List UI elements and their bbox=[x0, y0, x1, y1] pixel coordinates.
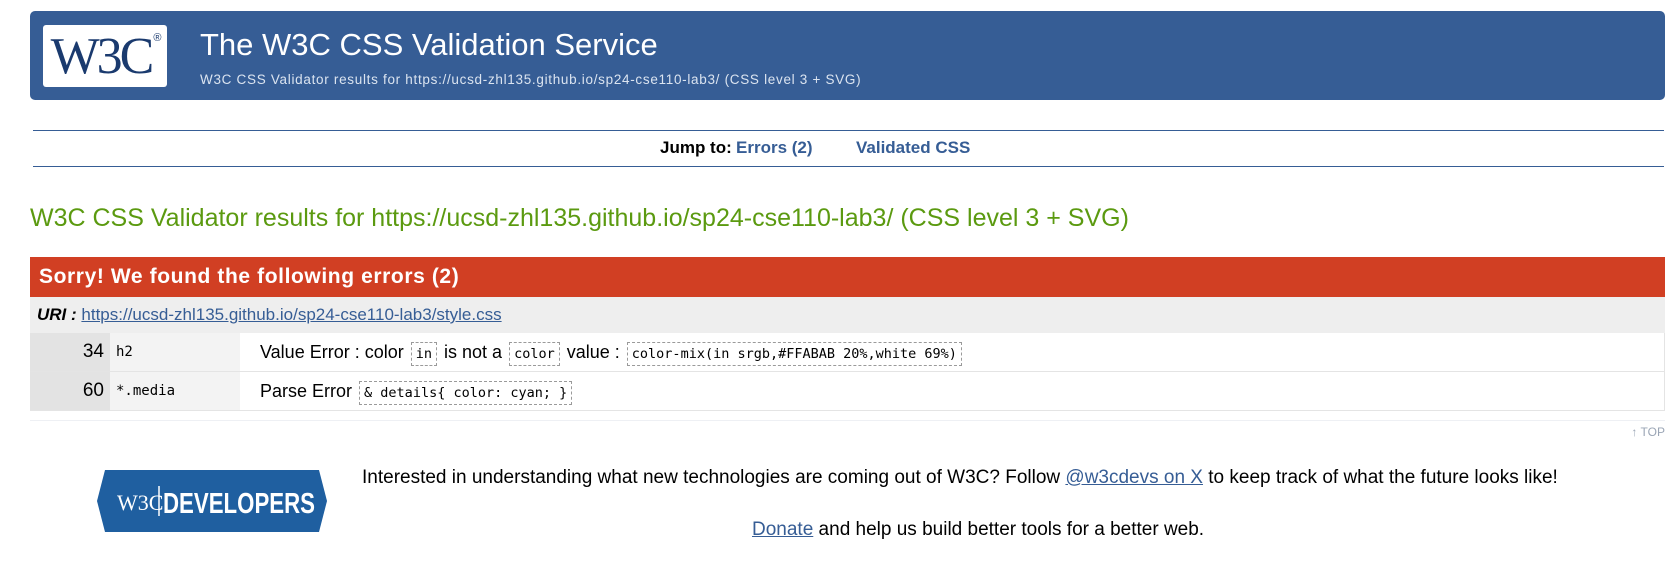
promo-text: Interested in understanding what new tec… bbox=[362, 467, 1558, 489]
w3c-developers-badge[interactable]: W3C DEVELOPERS bbox=[97, 470, 327, 532]
error-message-text: is not a bbox=[444, 341, 503, 362]
error-message-text: Parse Error bbox=[260, 380, 353, 401]
registered-mark: ® bbox=[153, 32, 162, 44]
error-line-number: 60 bbox=[30, 371, 110, 411]
error-line-number: 34 bbox=[30, 333, 110, 372]
error-message: Parse Error & details{ color: cyan; } bbox=[240, 371, 1665, 411]
badge-developers-text: DEVELOPERS bbox=[163, 488, 315, 520]
page-subtitle: W3C CSS Validator results for https://uc… bbox=[200, 72, 862, 87]
table-row: 34 h2 Value Error : color in is not a co… bbox=[30, 333, 1665, 372]
promo-before: Interested in understanding what new tec… bbox=[362, 467, 1066, 488]
badge-w3c-text: W3C bbox=[117, 490, 163, 515]
table-row: 60 *.media Parse Error & details{ color:… bbox=[30, 371, 1665, 411]
error-message-text: Value Error : color bbox=[260, 341, 404, 362]
validated-css-jump-link[interactable]: Validated CSS bbox=[856, 138, 970, 158]
error-context: h2 bbox=[110, 333, 240, 372]
w3c-logo-text: W3C bbox=[50, 27, 155, 85]
uri-row: URI : https://ucsd-zhl135.github.io/sp24… bbox=[30, 297, 1665, 333]
donate-text: Donate and help us build better tools fo… bbox=[752, 519, 1204, 541]
errors-header: Sorry! We found the following errors (2) bbox=[30, 257, 1665, 297]
errors-jump-link[interactable]: Errors (2) bbox=[736, 138, 813, 158]
stylesheet-uri-link[interactable]: https://ucsd-zhl135.github.io/sp24-cse11… bbox=[81, 305, 501, 324]
errors-table: 34 h2 Value Error : color in is not a co… bbox=[30, 333, 1665, 411]
developers-badge-icon: W3C DEVELOPERS bbox=[97, 470, 327, 532]
donate-after: and help us build better tools for a bet… bbox=[813, 519, 1205, 540]
header-banner: W3C ® The W3C CSS Validation Service W3C … bbox=[30, 11, 1665, 100]
error-token: in bbox=[410, 341, 437, 366]
error-message: Value Error : color in is not a color va… bbox=[240, 333, 1665, 372]
error-message-text: value : bbox=[566, 341, 620, 362]
results-heading: W3C CSS Validator results for https://uc… bbox=[30, 204, 1129, 232]
back-to-top-link[interactable]: ↑ TOP bbox=[1631, 425, 1665, 439]
jump-label: Jump to: bbox=[660, 138, 732, 157]
donate-link[interactable]: Donate bbox=[752, 519, 813, 540]
error-token: & details{ color: cyan; } bbox=[359, 380, 573, 405]
error-token: color-mix(in srgb,#FFABAB 20%,white 69%) bbox=[626, 341, 962, 366]
errors-section: Sorry! We found the following errors (2)… bbox=[30, 257, 1665, 413]
uri-label: URI : bbox=[37, 305, 77, 324]
page-title: The W3C CSS Validation Service bbox=[200, 27, 658, 62]
promo-after: to keep track of what the future looks l… bbox=[1202, 467, 1558, 488]
w3cdevs-link[interactable]: @w3cdevs on X bbox=[1065, 467, 1203, 488]
divider bbox=[30, 420, 1665, 421]
error-token: color bbox=[509, 341, 560, 366]
jump-nav: Jump to: Errors (2) Validated CSS bbox=[33, 130, 1664, 167]
error-context: *.media bbox=[110, 371, 240, 411]
w3c-logo[interactable]: W3C ® bbox=[43, 25, 167, 87]
